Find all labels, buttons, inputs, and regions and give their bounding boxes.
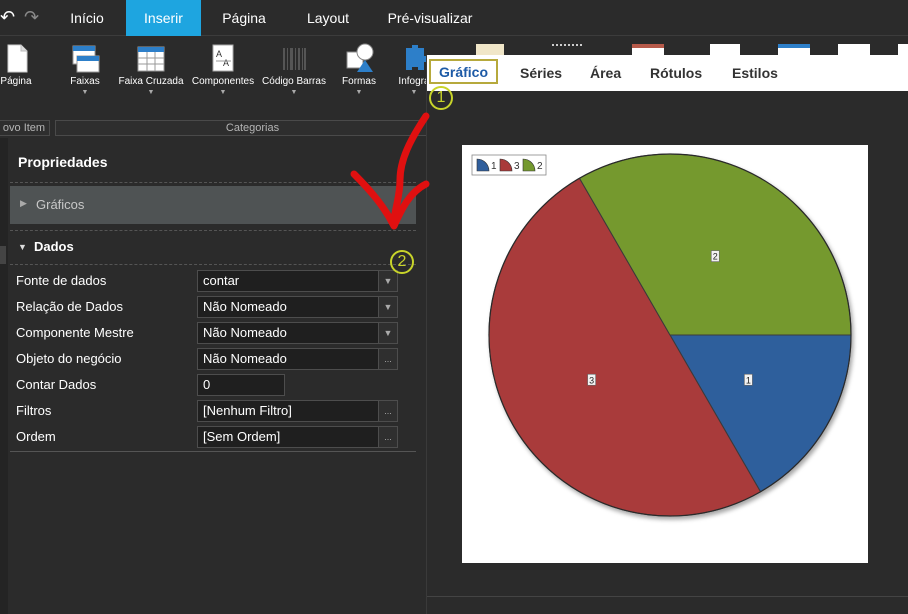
page-icon	[7, 44, 28, 73]
tab-estilos[interactable]: Estilos	[732, 65, 778, 81]
ellipsis-button[interactable]: ...	[378, 426, 398, 448]
pie-data-label-3: 3	[587, 373, 596, 386]
section-graficos-label: Gráficos	[36, 197, 85, 212]
shapes-icon	[346, 43, 374, 72]
tab-series[interactable]: Séries	[520, 65, 562, 81]
undo-icon[interactable]: ↶	[0, 8, 15, 26]
data-relation-select[interactable]: Não Nomeado	[197, 296, 379, 318]
chevron-down-icon: ▼	[355, 89, 363, 96]
chevron-down-icon[interactable]: ▼	[378, 296, 398, 318]
property-label: Contar Dados	[16, 377, 97, 392]
svg-text:A: A	[216, 49, 222, 59]
property-label: Componente Mestre	[16, 325, 134, 340]
red-arrow-annotation	[350, 112, 430, 230]
chevron-down-icon: ▼	[219, 89, 227, 96]
ellipsis-button[interactable]: ...	[378, 348, 398, 370]
property-row-filtros: Filtros [Nenhum Filtro] ...	[16, 400, 406, 422]
ellipsis-button[interactable]: ...	[378, 400, 398, 422]
svg-text:3: 3	[589, 375, 594, 385]
property-label: Filtros	[16, 403, 52, 418]
chart-editor-tabs: Gráfico Séries Área Rótulos Estilos	[427, 55, 908, 91]
chevron-right-icon: ▶	[20, 198, 27, 208]
group-new-item: ovo Item	[0, 120, 50, 136]
tab-pre-visualizar[interactable]: Pré-visualizar	[380, 0, 480, 36]
components-icon: A A	[212, 44, 234, 72]
page-button[interactable]: Página	[0, 42, 38, 87]
barcode-icon	[283, 48, 306, 70]
cross-band-icon	[137, 46, 165, 72]
chart-editor: Gráfico Séries Área Rótulos Estilos 1 3 2 …	[426, 55, 908, 614]
master-component-select[interactable]: Não Nomeado	[197, 322, 379, 344]
tab-rotulos[interactable]: Rótulos	[650, 65, 702, 81]
chevron-down-icon: ▼	[18, 242, 27, 252]
properties-title: Propriedades	[18, 154, 108, 170]
cross-band-button[interactable]: Faixa Cruzada ▼	[118, 42, 184, 96]
property-label: Objeto do negócio	[16, 351, 122, 366]
tab-layout[interactable]: Layout	[295, 0, 361, 36]
chevron-down-icon: ▼	[290, 89, 298, 96]
pie-data-label-2: 2	[710, 250, 720, 262]
barcode-button-label: Código Barras	[262, 76, 326, 87]
divider	[10, 264, 416, 265]
property-row-ordem: Ordem [Sem Ordem] ...	[16, 426, 406, 448]
step-2-badge: 2	[390, 250, 414, 274]
pie-chart: 1 3 2 1 3 2	[471, 153, 852, 517]
data-source-select[interactable]: contar	[197, 270, 379, 292]
legend-label-1: 1	[491, 161, 497, 172]
shapes-button-label: Formas	[342, 76, 376, 87]
pie-data-label-1: 1	[744, 373, 753, 386]
divider	[10, 451, 416, 452]
property-row-contar-dados: Contar Dados 0	[16, 374, 406, 396]
components-button[interactable]: A A Componentes ▼	[190, 42, 256, 96]
chevron-down-icon: ▼	[147, 89, 155, 96]
svg-text:A: A	[223, 58, 229, 68]
chevron-down-icon[interactable]: ▼	[378, 322, 398, 344]
bands-button-label: Faixas	[70, 76, 100, 87]
menu-bar: ↶ ↷ Início Inserir Página Layout Pré-vis…	[0, 0, 908, 36]
property-row-fonte-de-dados: Fonte de dados contar ▼	[16, 270, 406, 292]
legend-label-2: 2	[537, 161, 543, 172]
legend-label-3: 3	[514, 161, 520, 172]
property-row-relacao-de-dados: Relação de Dados Não Nomeado ▼	[16, 296, 406, 318]
chevron-down-icon[interactable]: ▼	[378, 270, 398, 292]
business-object-field[interactable]: Não Nomeado	[197, 348, 379, 370]
cross-band-button-label: Faixa Cruzada	[118, 76, 184, 87]
svg-text:1: 1	[746, 375, 751, 385]
property-label: Relação de Dados	[16, 299, 123, 314]
bands-button[interactable]: Faixas ▼	[62, 42, 108, 96]
shapes-button[interactable]: Formas ▼	[336, 42, 382, 96]
panel-collapse-handle[interactable]	[0, 246, 6, 264]
chevron-down-icon: ▼	[81, 89, 89, 96]
tab-inserir[interactable]: Inserir	[126, 0, 201, 36]
property-label: Fonte de dados	[16, 273, 107, 288]
panel-left-strip	[0, 138, 8, 614]
tab-inicio[interactable]: Início	[56, 0, 118, 36]
filters-field[interactable]: [Nenhum Filtro]	[197, 400, 379, 422]
tab-pagina[interactable]: Página	[208, 0, 280, 36]
property-label: Ordem	[16, 429, 56, 444]
tab-grafico[interactable]: Gráfico	[429, 59, 499, 84]
bands-icon	[72, 45, 100, 73]
divider	[427, 596, 908, 597]
property-row-objeto-do-negocio: Objeto do negócio Não Nomeado ...	[16, 348, 406, 370]
property-row-componente-mestre: Componente Mestre Não Nomeado ▼	[16, 322, 406, 344]
section-dados-label: Dados	[34, 239, 74, 254]
tab-area[interactable]: Área	[590, 65, 621, 81]
page-button-label: Página	[0, 76, 32, 87]
step-1-badge: 1	[429, 86, 453, 110]
components-button-label: Componentes	[191, 76, 255, 87]
barcode-button[interactable]: Código Barras ▼	[262, 42, 326, 96]
count-data-field[interactable]: 0	[197, 374, 285, 396]
sort-field[interactable]: [Sem Ordem]	[197, 426, 379, 448]
chart-preview: 1 3 2 1 3 2	[462, 145, 868, 563]
redo-icon[interactable]: ↷	[24, 8, 39, 26]
svg-text:2: 2	[713, 252, 718, 262]
